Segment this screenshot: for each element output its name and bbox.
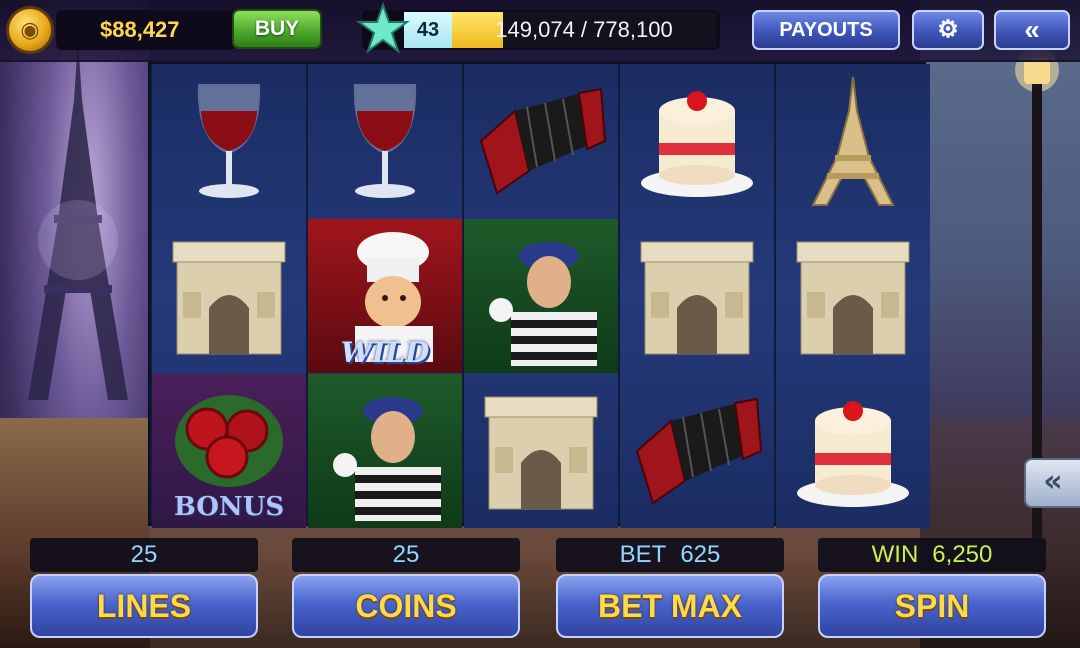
- lines-value-display: 25: [30, 538, 258, 572]
- accordion-icon: [479, 87, 607, 195]
- lines-button[interactable]: LINES: [30, 574, 258, 638]
- wild-label: WILD: [340, 336, 430, 369]
- symbol-mime: [308, 374, 462, 528]
- symbol-arc-de-triomphe: [152, 219, 306, 373]
- side-panel-toggle[interactable]: «: [1024, 458, 1080, 508]
- bet-display: BET 625: [556, 538, 784, 572]
- slot-reels: BONUS WILD: [148, 62, 930, 528]
- coins-value-display: 25: [292, 538, 520, 572]
- arc-de-triomphe-icon: [172, 241, 286, 355]
- coins-button[interactable]: COINS: [292, 574, 520, 638]
- reel-1: BONUS: [152, 64, 306, 528]
- balance-amount: $88,427: [100, 17, 180, 42]
- eiffel-tower-icon: [811, 76, 895, 206]
- reel-4: [620, 64, 774, 528]
- star-icon: [356, 2, 410, 54]
- bet-max-button[interactable]: BET MAX: [556, 574, 784, 638]
- symbol-roses-bonus: BONUS: [152, 374, 306, 528]
- bonus-label: BONUS: [173, 492, 285, 522]
- eiffel-tower-background-icon: [28, 40, 128, 400]
- wine-glass-icon: [353, 84, 417, 198]
- arc-de-triomphe-icon: [640, 241, 754, 355]
- xp-progress-text: 149,074 / 778,100: [495, 17, 673, 42]
- arc-de-triomphe-icon: [484, 396, 598, 510]
- symbol-mime: [464, 219, 618, 373]
- symbol-chef-wild: WILD: [308, 219, 462, 373]
- mime-icon: [489, 242, 597, 366]
- win-value: 6,250: [932, 541, 993, 568]
- strawberry-cake-icon: [641, 91, 753, 197]
- back-button[interactable]: «: [994, 10, 1070, 50]
- symbol-arc-de-triomphe: [620, 219, 774, 373]
- buy-button[interactable]: BUY: [232, 9, 322, 49]
- reel-3: [464, 64, 618, 528]
- symbol-arc-de-triomphe: [776, 219, 930, 373]
- double-chevron-left-icon: «: [1024, 14, 1040, 45]
- reel-2: WILD: [308, 64, 462, 528]
- spin-button[interactable]: SPIN: [818, 574, 1046, 638]
- coin-icon: ◉: [6, 6, 54, 54]
- symbol-eiffel-tower: [776, 64, 930, 218]
- symbol-accordion: [464, 64, 618, 218]
- bet-value: 625: [680, 541, 721, 568]
- symbol-wine-glass: [308, 64, 462, 218]
- accordion-icon: [635, 397, 763, 505]
- wine-glass-icon: [197, 84, 261, 198]
- symbol-wine-glass: [152, 64, 306, 218]
- symbol-strawberry-cake: [776, 374, 930, 528]
- double-chevron-left-icon: «: [1043, 464, 1063, 499]
- symbol-strawberry-cake: [620, 64, 774, 218]
- player-level: 43: [404, 12, 452, 48]
- symbol-accordion: [620, 374, 774, 528]
- reel-5: [776, 64, 930, 528]
- win-display: WIN 6,250: [818, 538, 1046, 572]
- payouts-button[interactable]: PAYOUTS: [752, 10, 900, 50]
- symbol-arc-de-triomphe: [464, 374, 618, 528]
- arc-de-triomphe-icon: [796, 241, 910, 355]
- bet-label: BET: [619, 541, 667, 568]
- strawberry-cake-icon: [797, 401, 909, 507]
- gear-icon: ⚙: [937, 16, 959, 43]
- mime-icon: [333, 397, 441, 521]
- win-label: WIN: [871, 541, 919, 568]
- settings-button[interactable]: ⚙: [912, 10, 984, 50]
